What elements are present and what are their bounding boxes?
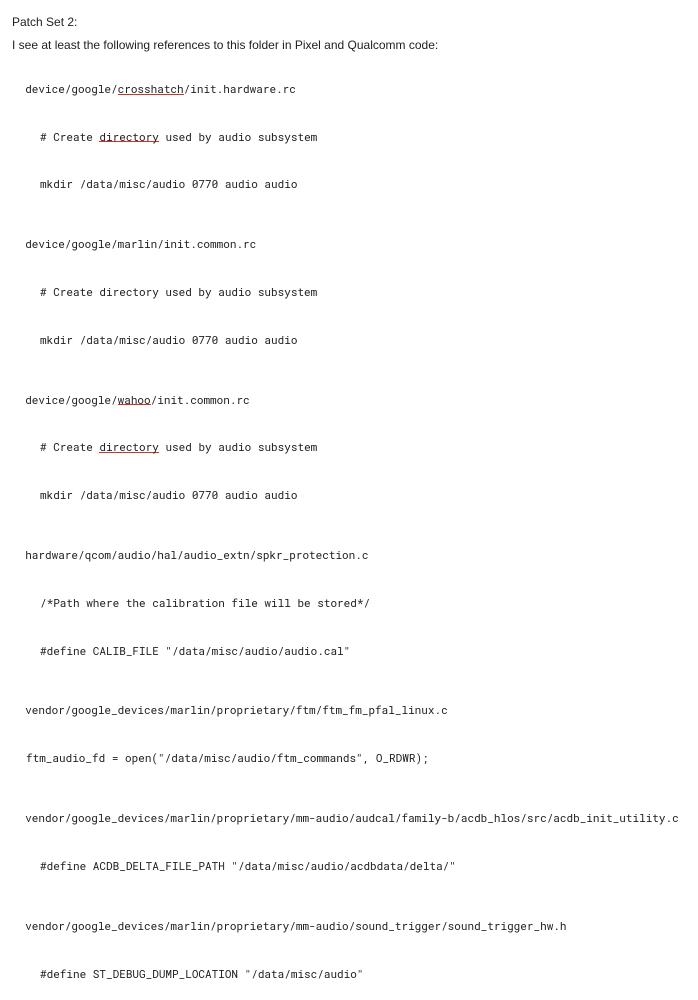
path-prefix: device/google/ [25,392,117,407]
code-line: #define ST_DEBUG_DUMP_LOCATION "/data/mi… [12,966,686,982]
text: # Create [40,129,99,144]
code-block-crosshatch: device/google/crosshatch/init.hardware.r… [12,65,686,208]
spellcheck-underline: wahoo [118,395,151,406]
path-suffix: /init.hardware.rc [184,81,296,96]
code-block-marlin-init: device/google/marlin/init.common.rc # Cr… [12,220,686,363]
spellcheck-underline: directory [99,132,158,143]
code-line: device/google/marlin/init.common.rc [25,236,256,251]
text: used by audio subsystem [159,439,317,454]
code-line: device/google/crosshatch/init.hardware.r… [25,81,296,96]
code-block-qcom-hal: hardware/qcom/audio/hal/audio_extn/spkr_… [12,531,686,674]
code-line: hardware/qcom/audio/hal/audio_extn/spkr_… [25,547,368,562]
code-line: /*Path where the calibration file will b… [12,595,686,611]
spellcheck-underline: crosshatch [118,84,184,95]
code-line: mkdir /data/misc/audio 0770 audio audio [12,487,686,503]
code-line: mkdir /data/misc/audio 0770 audio audio [12,176,686,192]
code-line: device/google/wahoo/init.common.rc [25,392,249,407]
path-suffix: /init.common.rc [151,392,250,407]
patch-set-heading: Patch Set 2: [12,14,686,31]
code-line: vendor/google_devices/marlin/proprietary… [25,810,679,825]
code-line: #define CALIB_FILE "/data/misc/audio/aud… [12,643,686,659]
code-line: mkdir /data/misc/audio 0770 audio audio [12,332,686,348]
code-line: #define ACDB_DELTA_FILE_PATH "/data/misc… [12,858,686,874]
code-line: # Create directory used by audio subsyst… [12,439,686,455]
code-block-sound-trigger: vendor/google_devices/marlin/proprietary… [12,902,686,998]
code-line: vendor/google_devices/marlin/proprietary… [25,702,447,717]
text: used by audio subsystem [159,129,317,144]
spellcheck-underline: directory [99,442,158,453]
code-block-acdb: vendor/google_devices/marlin/proprietary… [12,794,686,890]
code-line: # Create directory used by audio subsyst… [12,284,686,300]
code-line: ftm_audio_fd = open("/data/misc/audio/ft… [12,750,686,766]
code-block-wahoo: device/google/wahoo/init.common.rc # Cre… [12,376,686,519]
code-line: # Create directory used by audio subsyst… [12,129,686,145]
path-prefix: device/google/ [25,81,117,96]
text: # Create [40,439,99,454]
intro-text: I see at least the following references … [12,37,686,54]
code-line: vendor/google_devices/marlin/proprietary… [25,918,566,933]
code-block-ftm: vendor/google_devices/marlin/proprietary… [12,687,686,783]
